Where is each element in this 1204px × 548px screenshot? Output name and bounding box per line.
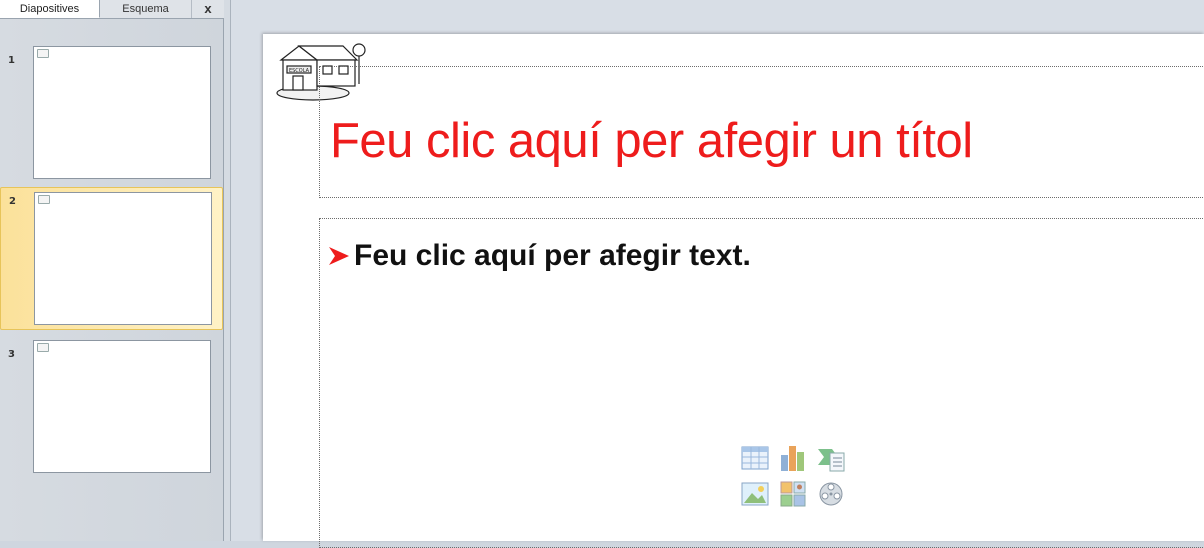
slide-thumbnail[interactable] <box>34 192 212 325</box>
slide-thumbnail[interactable] <box>33 340 211 473</box>
school-logo-icon <box>37 343 49 352</box>
insert-chart-icon[interactable] <box>778 443 808 473</box>
tab-diapositives[interactable]: Diapositives <box>0 0 100 18</box>
insert-media-icon[interactable] <box>816 479 846 509</box>
slide-thumbnails: 1 2 3 <box>0 19 223 541</box>
slide-thumbnail-row[interactable]: 1 <box>0 19 223 179</box>
slide-number: 2 <box>9 196 16 207</box>
insert-clipart-icon[interactable] <box>778 479 808 509</box>
slide-number: 1 <box>8 55 15 66</box>
slide-thumbnail-row[interactable]: 3 <box>0 335 223 480</box>
school-logo-icon <box>37 49 49 58</box>
school-logo-icon <box>38 195 50 204</box>
insert-smartart-icon[interactable] <box>816 443 846 473</box>
body-placeholder-text: Feu clic aquí per afegir text. <box>354 239 751 272</box>
bullet-item: Feu clic aquí per afegir text. <box>328 239 751 273</box>
content-placeholder[interactable]: Feu clic aquí per afegir text. <box>319 218 1204 548</box>
insert-content-icons <box>738 443 850 515</box>
slide-editing-area: ESCOLA Feu clic aquí per afegir un títol… <box>231 0 1204 548</box>
close-pane-icon[interactable]: x <box>196 0 220 18</box>
title-placeholder[interactable]: Feu clic aquí per afegir un títol <box>319 66 1204 198</box>
tab-esquema[interactable]: Esquema <box>100 0 192 18</box>
slide-thumbnail[interactable] <box>33 46 211 179</box>
pane-splitter[interactable] <box>224 0 231 541</box>
slides-pane: Diapositives Esquema x 1 2 3 <box>0 0 224 541</box>
insert-picture-icon[interactable] <box>740 479 770 509</box>
slide-number: 3 <box>8 349 15 360</box>
arrow-bullet-icon <box>329 247 349 265</box>
title-placeholder-text: Feu clic aquí per afegir un títol <box>330 114 973 168</box>
slide-thumbnail-row-selected[interactable]: 2 <box>0 187 223 330</box>
insert-table-icon[interactable] <box>740 443 770 473</box>
logo-lettering: ESCOLA <box>289 68 310 74</box>
slide-canvas[interactable]: ESCOLA Feu clic aquí per afegir un títol… <box>263 34 1204 548</box>
pane-tabbar: Diapositives Esquema x <box>0 0 224 19</box>
